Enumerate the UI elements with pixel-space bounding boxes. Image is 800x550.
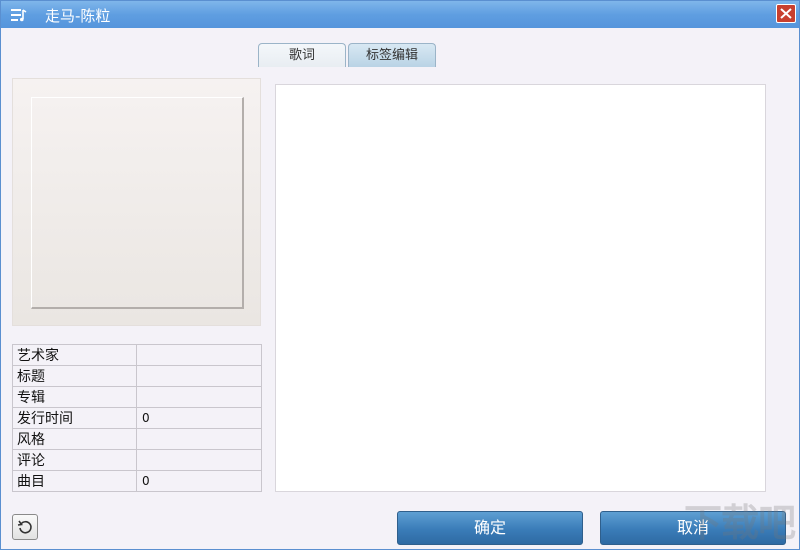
- tab-tag-edit[interactable]: 标签编辑: [348, 43, 436, 67]
- album-cover-panel[interactable]: [12, 78, 261, 326]
- refresh-button[interactable]: [12, 514, 38, 540]
- song-info-table: 艺术家 标题 专辑 发行时间 0 风格 评论 曲目 0: [12, 344, 262, 492]
- table-row: 曲目 0: [12, 470, 262, 492]
- lyrics-menu-icon: [10, 7, 28, 23]
- close-icon: [780, 8, 792, 19]
- info-value-title[interactable]: [136, 365, 262, 387]
- lyrics-text-area[interactable]: [275, 84, 766, 492]
- title-bar[interactable]: 走马-陈粒: [1, 1, 799, 28]
- table-row: 风格: [12, 428, 262, 450]
- table-row: 标题: [12, 365, 262, 387]
- info-key: 曲目: [12, 470, 137, 492]
- watermark-logo: 下载吧: [683, 501, 796, 545]
- info-value-album[interactable]: [136, 386, 262, 408]
- info-key: 发行时间: [12, 407, 137, 429]
- album-cover-placeholder: [31, 97, 244, 309]
- info-key: 风格: [12, 428, 137, 450]
- info-value-artist[interactable]: [136, 344, 262, 366]
- table-row: 专辑: [12, 386, 262, 408]
- window-title: 走马-陈粒: [45, 7, 111, 25]
- table-row: 发行时间 0: [12, 407, 262, 429]
- ok-button[interactable]: 确定: [397, 511, 583, 545]
- refresh-icon: [17, 520, 32, 534]
- info-key: 专辑: [12, 386, 137, 408]
- info-value-genre[interactable]: [136, 428, 262, 450]
- info-value-track[interactable]: 0: [136, 470, 262, 492]
- info-key: 评论: [12, 449, 137, 471]
- table-row: 评论: [12, 449, 262, 471]
- info-value-release-date[interactable]: 0: [136, 407, 262, 429]
- tab-lyrics[interactable]: 歌词: [258, 43, 346, 67]
- dialog-window: 走马-陈粒 歌词 标签编辑 艺术家 标题 专辑 发行时间 0 风格 评论 曲目 …: [0, 0, 800, 550]
- info-value-comment[interactable]: [136, 449, 262, 471]
- table-row: 艺术家: [12, 344, 262, 366]
- info-key: 标题: [12, 365, 137, 387]
- close-button[interactable]: [776, 4, 796, 23]
- info-key: 艺术家: [12, 344, 137, 366]
